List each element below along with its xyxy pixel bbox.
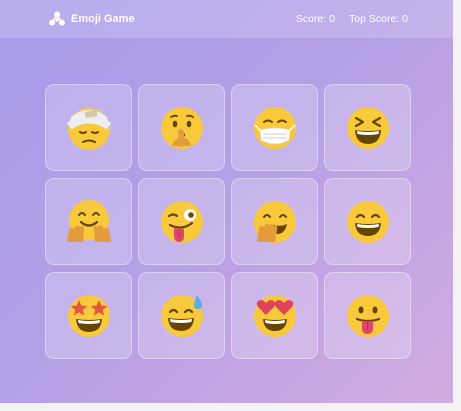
face-with-head-bandage-icon xyxy=(66,107,111,150)
face-with-tongue-icon xyxy=(346,294,389,337)
emoji-card-hugging-face[interactable] xyxy=(45,178,132,265)
emoji-card-winking-face-with-tongue[interactable] xyxy=(138,178,225,265)
emoji-card-star-struck[interactable] xyxy=(45,272,132,359)
game-logo-icon xyxy=(49,11,65,26)
score-value: 0 xyxy=(329,13,336,25)
emoji-card-smiling-face-with-heart-eyes[interactable] xyxy=(231,272,318,359)
top-score-value: 0 xyxy=(402,13,408,25)
grinning-face-with-sweat-icon xyxy=(160,294,203,337)
score-panel: Score: 0 Top Score: 0 xyxy=(296,13,408,25)
emoji-card-grinning-squinting-face[interactable] xyxy=(324,84,411,171)
brand: Emoji Game xyxy=(48,10,135,28)
score-label: Score: xyxy=(295,13,327,25)
emoji-card-grinning-face-with-smiling-eyes[interactable] xyxy=(324,178,411,265)
smiling-face-with-heart-eyes-icon xyxy=(253,294,296,337)
brand-name: Emoji Game xyxy=(71,13,135,25)
emoji-card-face-with-medical-mask[interactable] xyxy=(231,84,318,171)
emoji-board xyxy=(45,84,411,366)
top-score-label: Top Score: xyxy=(349,13,400,25)
face-with-hand-over-mouth-icon xyxy=(253,200,296,243)
emoji-card-shushing-face[interactable] xyxy=(138,84,225,171)
emoji-card-face-with-tongue[interactable] xyxy=(324,272,411,359)
winking-face-with-tongue-icon xyxy=(160,200,203,243)
shushing-face-icon xyxy=(160,106,203,149)
grinning-squinting-face-icon xyxy=(346,106,389,149)
face-with-medical-mask-icon xyxy=(253,106,296,149)
grinning-face-with-smiling-eyes-icon xyxy=(346,200,389,243)
emoji-card-face-with-hand-over-mouth[interactable] xyxy=(231,178,318,265)
app-window: Emoji Game Score: 0 Top Score: 0 xyxy=(0,0,461,411)
emoji-card-grinning-face-with-sweat[interactable] xyxy=(138,272,225,359)
emoji-card-face-with-head-bandage[interactable] xyxy=(45,84,132,171)
star-struck-icon xyxy=(67,294,110,337)
score-display: Score: 0 xyxy=(296,13,335,25)
top-score-display: Top Score: 0 xyxy=(349,13,408,25)
navbar: Emoji Game Score: 0 Top Score: 0 xyxy=(0,0,453,38)
hugging-face-icon xyxy=(66,199,111,242)
